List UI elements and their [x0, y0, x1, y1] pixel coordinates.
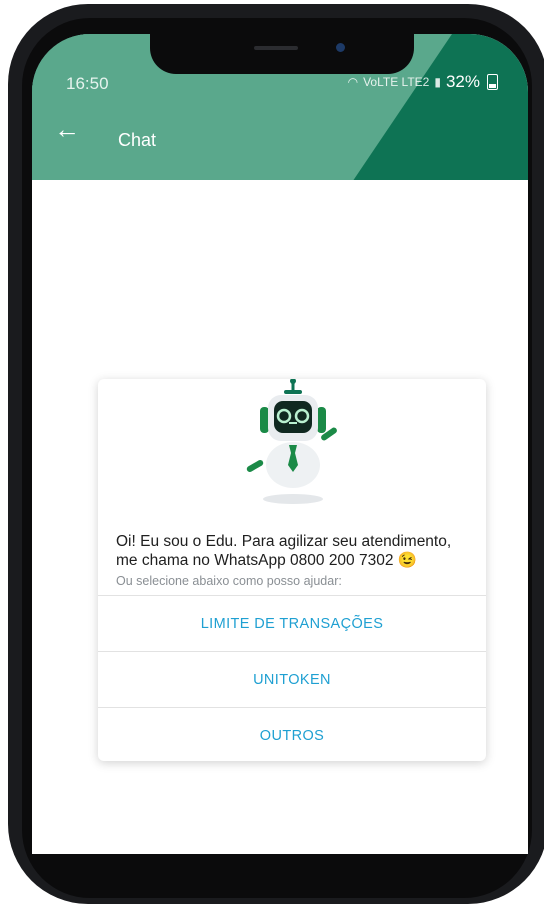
option-unitoken-button[interactable]: UNITOKEN	[98, 651, 486, 708]
page-title: Chat	[118, 130, 157, 150]
robot-icon	[246, 379, 337, 504]
option-outros-button[interactable]: OUTROS	[98, 707, 486, 764]
speaker	[254, 46, 298, 50]
battery-percent: 32%	[445, 72, 480, 91]
signal-icon: ▮	[434, 75, 441, 89]
bot-message: Oi! Eu sou o Edu. Para agilizar seu aten…	[116, 533, 452, 569]
wifi-icon: ◠	[347, 75, 359, 89]
app-screen: 16:50 ◠ VoLTE LTE2 ▮ 32% ← Chat Oi! Eu s…	[32, 34, 528, 854]
status-time: 16:50	[66, 74, 109, 93]
camera	[336, 43, 345, 52]
bot-subtitle: Ou selecione abaixo como posso ajudar:	[116, 574, 342, 588]
battery-icon	[487, 74, 498, 90]
network-label: VoLTE LTE2	[363, 75, 430, 89]
phone-notch	[150, 34, 414, 74]
chat-card: Oi! Eu sou o Edu. Para agilizar seu aten…	[98, 379, 486, 761]
status-icons: ◠ VoLTE LTE2 ▮ 32%	[348, 72, 498, 92]
option-limite-transacoes-button[interactable]: LIMITE DE TRANSAÇÕES	[98, 595, 486, 652]
back-arrow-icon[interactable]: ←	[54, 116, 80, 142]
